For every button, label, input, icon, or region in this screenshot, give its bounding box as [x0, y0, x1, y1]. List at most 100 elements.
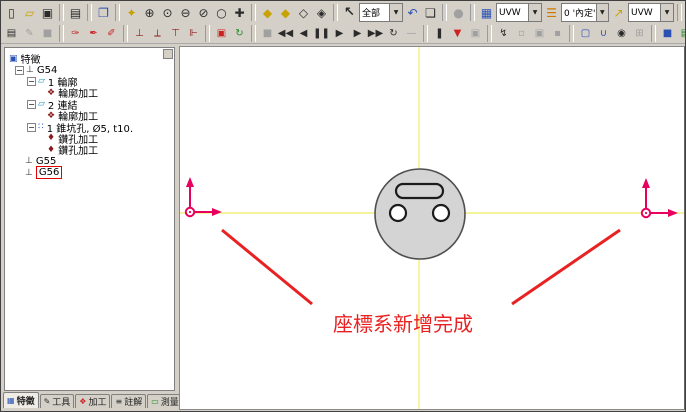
nc-lock-button[interactable]: ■ — [39, 26, 56, 41]
tree-item-profile-op-1[interactable]: ❖ 輪廓加工 — [7, 87, 174, 98]
tree-item-g56[interactable]: ⊥ G56 — [7, 167, 174, 178]
tab-label: 工具 — [52, 395, 70, 408]
nc-edit-button[interactable]: ✎ — [21, 26, 38, 41]
tool-save-button[interactable]: ▣ — [467, 26, 484, 41]
toolpath-2-button[interactable]: ⟂ — [149, 26, 166, 41]
ucs-marker-right[interactable] — [642, 178, 678, 217]
sim-step-back-button[interactable]: ◀ — [295, 26, 312, 41]
pick-tool-button[interactable]: ↯ — [495, 26, 512, 41]
regenerate-button[interactable]: ↻ — [231, 26, 248, 41]
sim-rewind-button[interactable]: ◀◀ — [277, 26, 294, 41]
hidden-line-button[interactable]: ◈ — [313, 4, 330, 22]
stack-green-button[interactable]: ▤ — [677, 26, 686, 41]
tree-item-g54[interactable]: − ⊥ G54 — [7, 64, 174, 75]
sim-monitor-button[interactable]: ▢ — [577, 26, 594, 41]
separator — [251, 4, 256, 21]
panel-scroll-button[interactable] — [163, 49, 173, 59]
new-file-button[interactable]: ▯ — [3, 4, 20, 22]
sim-stop-button[interactable]: ■ — [259, 26, 276, 41]
post-doc-2-button[interactable]: ✒ — [85, 26, 102, 41]
toolpath-3-button[interactable]: ⊤ — [167, 26, 184, 41]
part-body[interactable] — [375, 169, 465, 259]
tab-machining[interactable]: ❖ 加工 — [75, 394, 110, 408]
sim-step-button[interactable]: ▶ — [349, 26, 366, 41]
expand-toggle-icon[interactable]: − — [27, 77, 36, 86]
layer-dropdown[interactable]: 0 '內定' ▼ — [561, 3, 609, 22]
expand-toggle-icon[interactable]: − — [15, 66, 24, 75]
toolpath-1-button[interactable]: ⊥ — [131, 26, 148, 41]
separator — [59, 4, 64, 21]
sim-ffwd-button[interactable]: ▶▶ — [367, 26, 384, 41]
mini-gray-button[interactable]: ▫ — [513, 26, 530, 41]
zoom-window-button[interactable]: ⊘ — [195, 4, 212, 22]
axis-dropdown[interactable]: UVW ▼ — [628, 3, 674, 22]
sim-camera-button[interactable]: ◉ — [613, 26, 630, 41]
separator — [487, 25, 492, 42]
filter-circle-button[interactable]: ● — [450, 4, 467, 22]
tree-item-root[interactable]: ▣ 特徵 — [7, 53, 174, 64]
pan-button[interactable]: ✚ — [231, 4, 248, 22]
layers-icon[interactable]: ☰ — [543, 4, 560, 22]
tree-item-drill-op-2[interactable]: ♦ 鑽孔加工 — [7, 144, 174, 155]
save-button[interactable]: ▣ — [39, 4, 56, 22]
ucs-dropdown[interactable]: UVW ▼ — [496, 3, 542, 22]
expand-toggle-icon[interactable]: − — [27, 100, 36, 109]
chevron-down-icon[interactable]: ▼ — [528, 4, 541, 21]
verify-button[interactable]: ▣ — [213, 26, 230, 41]
open-folder-button[interactable]: ▱ — [21, 4, 38, 22]
ucs-cube-icon[interactable]: ▦ — [478, 4, 495, 22]
tab-label: 註解 — [124, 395, 142, 408]
sim-dash-button[interactable]: — — [403, 26, 420, 41]
axis-arrow-icon[interactable]: ↗ — [610, 4, 627, 22]
chevron-down-icon[interactable]: ▼ — [596, 4, 608, 21]
nc-print-button[interactable]: ▤ — [3, 26, 20, 41]
tab-tools[interactable]: ✎ 工具 — [40, 394, 75, 408]
drill-op-icon: ♦ — [47, 145, 55, 155]
shaded-edges-button[interactable]: ◆ — [277, 4, 294, 22]
save-2-button[interactable]: ▣ — [531, 26, 548, 41]
sim-pause-button[interactable]: ❚❚ — [313, 26, 330, 41]
window-icon: ▣ — [9, 54, 18, 64]
sim-play-button[interactable]: ▶ — [331, 26, 348, 41]
profile-icon: ▱ — [38, 76, 45, 86]
tab-features[interactable]: ▦ 特徵 — [3, 392, 39, 408]
post-curve-button[interactable]: ✐ — [103, 26, 120, 41]
undo-button[interactable]: ↶ — [404, 4, 421, 22]
zoom-dynamic-button[interactable]: ⊙ — [159, 4, 176, 22]
toolpath-4-button[interactable]: ⊩ — [185, 26, 202, 41]
separator — [251, 25, 256, 42]
sheet-button[interactable]: ❏ — [422, 4, 439, 22]
zoom-out-button[interactable]: ⊖ — [177, 4, 194, 22]
ucs-marker-left[interactable] — [186, 177, 222, 216]
tab-annotation[interactable]: ≡ 註解 — [111, 394, 146, 408]
selection-filter-dropdown[interactable]: 全部 ▼ — [359, 3, 403, 22]
graphics-canvas[interactable]: 座標系新增完成 — [179, 46, 685, 410]
select-cursor-button[interactable]: ↖ — [341, 4, 358, 22]
shaded-button[interactable]: ◆ — [259, 4, 276, 22]
zoom-highlight-button[interactable]: ✦ — [123, 4, 140, 22]
block-gray-button[interactable]: ▪ — [549, 26, 566, 41]
separator — [569, 25, 574, 42]
wireframe-button[interactable]: ◇ — [295, 4, 312, 22]
sim-machine-button[interactable]: ⊞ — [631, 26, 648, 41]
sim-cup-button[interactable]: ∪ — [595, 26, 612, 41]
part-slot[interactable] — [396, 184, 443, 198]
axis-value: UVW — [629, 8, 655, 18]
post-doc-1-button[interactable]: ✑ — [67, 26, 84, 41]
expand-toggle-icon[interactable]: − — [27, 123, 36, 132]
paste-button[interactable]: ❐ — [95, 4, 112, 22]
zoom-in-button[interactable]: ⊕ — [141, 4, 158, 22]
tab-measure[interactable]: ▭ 測量 — [147, 394, 183, 408]
tree-item-label-selected: G56 — [36, 166, 62, 179]
chevron-down-icon[interactable]: ▼ — [389, 4, 402, 21]
chevron-down-icon[interactable]: ▼ — [660, 4, 673, 21]
print-button[interactable]: ▤ — [67, 4, 84, 22]
part-hole-left[interactable] — [390, 205, 406, 221]
part-hole-right[interactable] — [433, 205, 449, 221]
cube-blue-button[interactable]: ■ — [659, 26, 676, 41]
circle-button[interactable]: ○ — [213, 4, 230, 22]
tool-holder-button[interactable]: ❚ — [431, 26, 448, 41]
sim-loop-button[interactable]: ↻ — [385, 26, 402, 41]
tools-tab-icon: ✎ — [44, 397, 51, 406]
tool-red-button[interactable]: ▼ — [449, 26, 466, 41]
